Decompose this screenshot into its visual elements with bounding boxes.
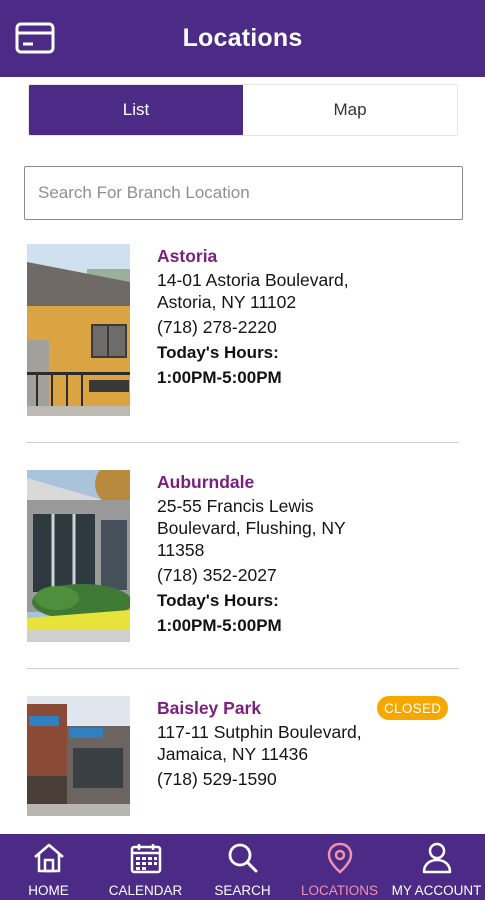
location-name: Astoria xyxy=(157,246,218,266)
location-address: 25-55 Francis Lewis Boulevard, Flushing,… xyxy=(157,496,346,560)
closed-badge: CLOSED xyxy=(377,696,449,720)
divider xyxy=(26,442,459,443)
page-title: Locations xyxy=(182,24,303,52)
hours-value: 1:00PM-5:00PM xyxy=(157,368,282,387)
location-info: Auburndale 25-55 Francis Lewis Boulevard… xyxy=(157,470,457,638)
location-name: Auburndale xyxy=(157,472,255,492)
location-phone[interactable]: (718) 529-1590 xyxy=(157,766,457,792)
hours-label: Today's Hours: xyxy=(157,591,279,610)
list-item[interactable]: Baisley Park 117-11 Sutphin Boulevard, J… xyxy=(0,696,485,834)
location-phone[interactable]: (718) 278-2220 xyxy=(157,314,457,340)
location-photo xyxy=(27,470,130,642)
divider xyxy=(26,668,459,669)
bottom-nav: HOME CALENDAR SEARCH LOCATIONS MY ACCOUN… xyxy=(0,834,485,900)
nav-home[interactable]: HOME xyxy=(0,834,97,900)
app-header: Locations xyxy=(0,0,485,77)
tab-map[interactable]: Map xyxy=(243,85,457,135)
location-photo xyxy=(27,244,130,416)
nav-label: MY ACCOUNT xyxy=(391,883,482,898)
search-icon xyxy=(226,842,260,879)
location-address: 14-01 Astoria Boulevard, Astoria, NY 111… xyxy=(157,270,349,312)
nav-locations[interactable]: LOCATIONS xyxy=(291,834,388,900)
nav-calendar[interactable]: CALENDAR xyxy=(97,834,194,900)
tab-list[interactable]: List xyxy=(29,85,243,135)
person-icon xyxy=(420,842,454,879)
hours-label: Today's Hours: xyxy=(157,343,279,362)
hours-value: 1:00PM-5:00PM xyxy=(157,616,282,635)
list-item[interactable]: Auburndale 25-55 Francis Lewis Boulevard… xyxy=(0,470,485,642)
location-photo xyxy=(27,696,130,816)
location-phone[interactable]: (718) 352-2027 xyxy=(157,562,457,588)
home-icon xyxy=(32,842,66,879)
nav-my-account[interactable]: MY ACCOUNT xyxy=(388,834,485,900)
nav-label: SEARCH xyxy=(214,883,271,898)
location-info: Astoria 14-01 Astoria Boulevard, Astoria… xyxy=(157,244,457,390)
location-address: 117-11 Sutphin Boulevard, Jamaica, NY 11… xyxy=(157,722,362,764)
list-item[interactable]: Astoria 14-01 Astoria Boulevard, Astoria… xyxy=(0,244,485,416)
card-icon[interactable] xyxy=(14,20,56,56)
nav-search[interactable]: SEARCH xyxy=(194,834,291,900)
location-pin-icon xyxy=(323,842,357,879)
calendar-icon xyxy=(129,842,163,879)
search-input[interactable] xyxy=(25,167,462,219)
nav-label: LOCATIONS xyxy=(300,883,378,898)
nav-label: CALENDAR xyxy=(108,883,183,898)
search-box xyxy=(24,166,463,220)
nav-label: HOME xyxy=(28,883,69,898)
view-toggle: List Map xyxy=(28,84,458,136)
